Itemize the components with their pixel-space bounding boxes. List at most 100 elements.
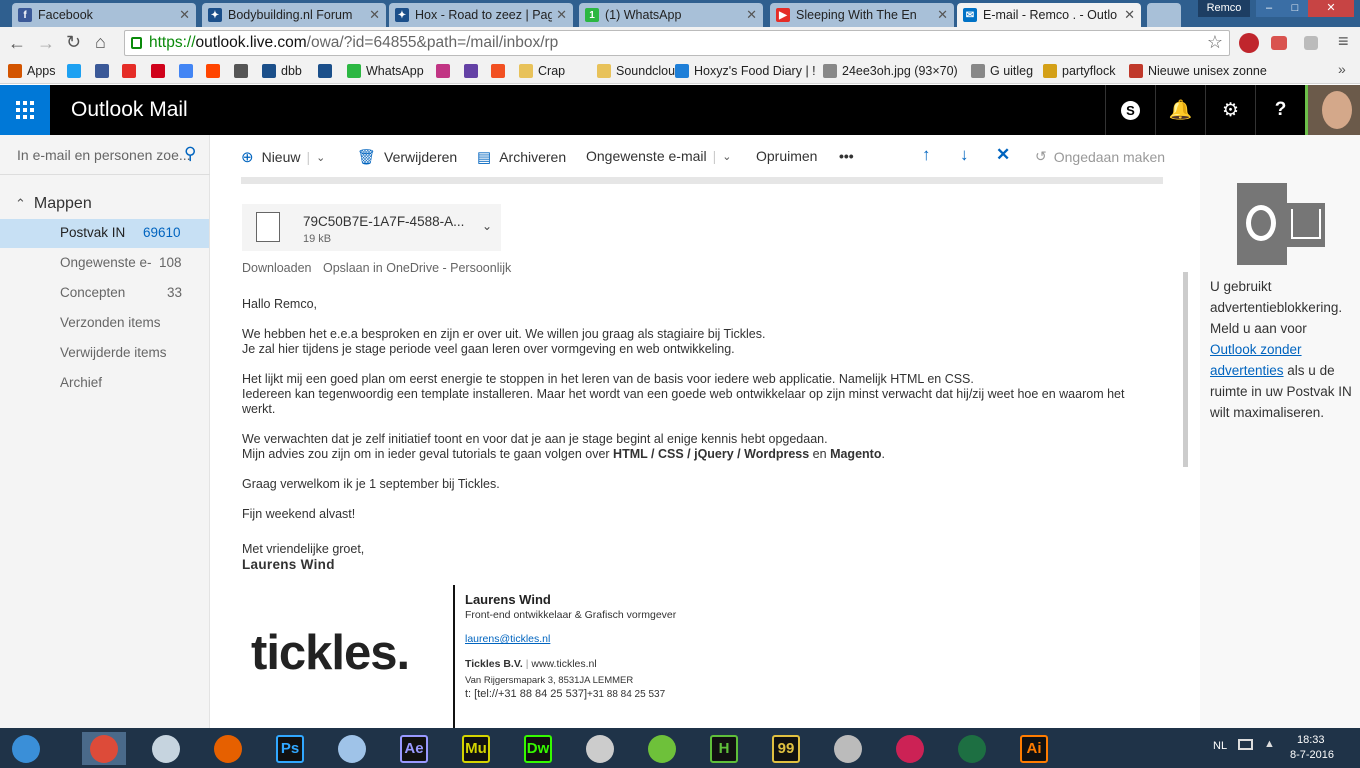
chevron-down-icon[interactable]: ⌄ [482,219,492,233]
browser-tab[interactable]: 1 (1) WhatsApp ✕ [579,3,763,27]
sweep-button[interactable]: Opruimen [756,148,817,164]
photoshop-icon[interactable]: Ps [268,732,312,765]
scrollbar-thumb[interactable] [1183,272,1188,467]
clock-time[interactable]: 18:33 [1297,734,1325,746]
download-link[interactable]: Downloaden [242,261,312,275]
firefox-icon[interactable] [206,732,250,765]
media-icon[interactable] [826,732,870,765]
new-tab-button[interactable] [1147,3,1181,27]
more-actions-button[interactable]: ••• [839,148,854,164]
delete-button[interactable]: 🗑 Verwijderen [357,148,457,166]
youtube-extension-icon[interactable] [1271,36,1287,50]
bookmark-item[interactable] [151,62,170,80]
gear-icon[interactable]: ⚙ [1205,85,1255,135]
windows-start-icon[interactable] [4,732,48,765]
close-tab-icon[interactable]: ✕ [746,7,757,23]
close-tab-icon[interactable]: ✕ [1124,7,1135,23]
clock-date[interactable]: 8-7-2016 [1290,749,1334,761]
chrome-icon[interactable] [82,732,126,765]
bookmark-item[interactable] [491,62,510,80]
help-icon[interactable]: ? [1255,85,1305,135]
avatar[interactable] [1305,85,1360,135]
browser-tab[interactable]: ✉ E-mail - Remco . - Outlo ✕ [957,3,1141,27]
bookmark-item[interactable] [179,62,198,80]
language-indicator[interactable]: NL [1213,740,1227,752]
keyboard-icon[interactable] [1238,739,1253,750]
keyboard-icon[interactable] [330,732,374,765]
arrow-up-icon[interactable]: ↑ [922,145,931,165]
address-bar[interactable]: https://outlook.live.com/owa/?id=64855&p… [124,30,1230,56]
close-icon[interactable]: ✕ [996,145,1010,165]
extension-icon[interactable] [1304,36,1318,50]
close-tab-icon[interactable]: ✕ [937,7,948,23]
bookmark-item[interactable] [67,62,86,80]
muse-icon[interactable]: Mu [454,732,498,765]
archive-button[interactable]: ▤ Archiveren [477,148,566,166]
undo-button[interactable]: ↺ Ongedaan maken [1035,148,1165,165]
folders-header[interactable]: ⌃ Mappen [15,195,92,213]
bookmark-item[interactable] [464,62,483,80]
signature-email-link[interactable]: laurens@tickles.nl [465,633,550,645]
folder-item[interactable]: Ongewenste e- 108 [0,249,209,278]
flag-icon[interactable]: ▲ [1264,738,1275,750]
more-bookmarks-icon[interactable]: » [1338,61,1346,77]
search-icon[interactable]: ⚲ [184,144,196,164]
tool-icon[interactable]: 99 [764,732,808,765]
chevron-down-icon[interactable]: ⌄ [316,151,325,164]
forward-arrow-icon[interactable]: → [37,33,55,54]
app-launcher-icon[interactable] [0,85,50,135]
close-tab-icon[interactable]: ✕ [556,7,567,23]
bookmark-item[interactable] [206,62,225,80]
bookmark-item[interactable]: Soundcloud [597,62,682,80]
arrow-down-icon[interactable]: ↓ [960,145,969,165]
bookmark-item[interactable]: partyflock [1043,62,1116,80]
minimize-button[interactable]: – [1256,0,1282,17]
browser-tab[interactable]: ✦ Hox - Road to zeez | Pag ✕ [389,3,573,27]
back-arrow-icon[interactable]: ← [8,33,26,54]
folder-item[interactable]: Archief [0,369,209,398]
hamachi-icon[interactable]: H [702,732,746,765]
folder-item[interactable]: Concepten 33 [0,279,209,308]
folder-item[interactable]: Verwijderde items [0,339,209,368]
adblock-extension-icon[interactable] [1239,33,1259,53]
bookmark-item[interactable]: dbb [262,62,302,80]
after-effects-icon[interactable]: Ae [392,732,436,765]
menu-icon[interactable]: ≡ [1338,31,1349,52]
app-icon[interactable] [640,732,684,765]
bookmark-item[interactable]: WhatsApp [347,62,424,80]
bookmark-item[interactable] [122,62,141,80]
bookmark-item[interactable]: 24ee3oh.jpg (93×70) [823,62,958,80]
browser-tab[interactable]: f Facebook ✕ [12,3,196,27]
bookmark-item[interactable]: Crap [519,62,565,80]
bookmark-item[interactable] [318,62,337,80]
bookmark-item[interactable]: G uitleg [971,62,1033,80]
save-onedrive-link[interactable]: Opslaan in OneDrive - Persoonlijk [323,261,511,275]
bookmark-item[interactable] [95,62,114,80]
browser-tab[interactable]: ▶ Sleeping With The En ✕ [770,3,954,27]
maximize-button[interactable]: □ [1282,0,1308,17]
reload-icon[interactable]: ↻ [66,32,81,53]
folder-item[interactable]: Verzonden items [0,309,209,338]
bookmark-item[interactable] [436,62,455,80]
bookmark-item[interactable]: Hoxyz's Food Diary | ! [675,62,816,80]
search-input[interactable]: In e-mail en personen zoe... ⚲ [0,135,210,175]
junk-button[interactable]: Ongewenste e-mail | ⌄ [586,148,731,164]
bell-icon[interactable]: 🔔 [1155,85,1205,135]
skype-icon[interactable]: S [1105,85,1155,135]
bookmark-item[interactable] [234,62,253,80]
illustrator-icon[interactable]: Ai [1012,732,1056,765]
excel-icon[interactable] [950,732,994,765]
steam-icon[interactable] [144,732,188,765]
close-tab-icon[interactable]: ✕ [369,7,380,23]
attachment-card[interactable]: 79C50B7E-1A7F-4588-A... 19 kB ⌄ [242,204,501,251]
reading-pane-scrollbar[interactable] [1181,177,1200,728]
folder-item[interactable]: Postvak IN 69610 [0,219,209,248]
close-tab-icon[interactable]: ✕ [179,7,190,23]
home-icon[interactable]: ⌂ [95,32,106,53]
chevron-down-icon[interactable]: ⌄ [722,150,731,163]
dreamweaver-icon[interactable]: Dw [516,732,560,765]
film-icon[interactable] [578,732,622,765]
bookmark-item[interactable]: Nieuwe unisex zonne [1129,62,1267,80]
bookmark-item[interactable]: Apps [8,62,56,80]
new-button[interactable]: ⊕ Nieuw | ⌄ [241,148,325,166]
